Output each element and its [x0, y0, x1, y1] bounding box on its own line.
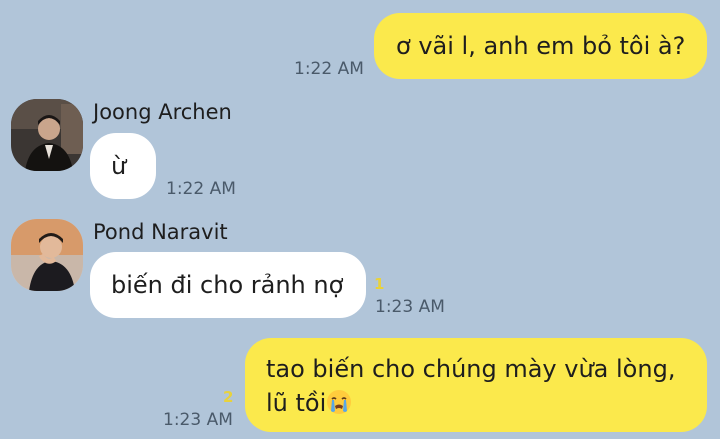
- avatar-pond-naravit[interactable]: [11, 219, 83, 291]
- sender-name: Pond Naravit: [93, 220, 228, 244]
- message-time: 1:22 AM: [166, 179, 236, 199]
- message-time: 1:23 AM: [375, 297, 445, 317]
- message-text: lũ tồi: [266, 389, 327, 417]
- crying-face-icon: [326, 389, 352, 415]
- avatar-joong-archen[interactable]: [11, 99, 83, 171]
- chat-area[interactable]: ơ vãi l, anh em bỏ tôi à? 1:22 AM Joong …: [0, 0, 720, 439]
- message-text-line-2: lũ tồi: [266, 386, 707, 420]
- message-text: biến đi cho rảnh nợ: [111, 271, 344, 299]
- unread-count: 1: [374, 275, 385, 293]
- message-bubble-outgoing[interactable]: ơ vãi l, anh em bỏ tôi à?: [374, 13, 707, 79]
- message-time: 1:22 AM: [294, 59, 364, 79]
- message-bubble-incoming[interactable]: ừ: [90, 133, 156, 199]
- message-text: ừ: [111, 152, 127, 180]
- message-time: 1:23 AM: [163, 410, 233, 430]
- message-bubble-incoming[interactable]: biến đi cho rảnh nợ: [90, 252, 366, 318]
- message-text: ơ vãi l, anh em bỏ tôi à?: [396, 32, 686, 60]
- message-bubble-outgoing[interactable]: tao biến cho chúng mày vừa lòng, lũ tồi: [245, 338, 707, 432]
- message-text-line: tao biến cho chúng mày vừa lòng,: [266, 355, 676, 383]
- sender-name: Joong Archen: [93, 100, 232, 124]
- unread-count: 2: [223, 388, 234, 406]
